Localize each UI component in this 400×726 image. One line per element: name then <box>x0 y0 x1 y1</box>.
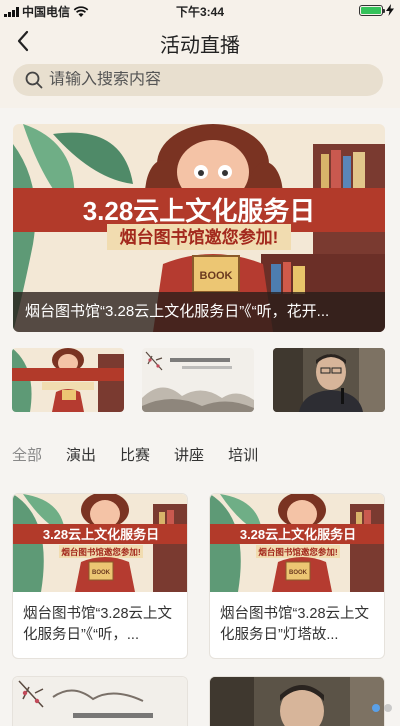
card-image: 3.28云上文化服务日 烟台图书馆邀您参加! BOOK <box>13 494 187 592</box>
banner-caption: 烟台图书馆“3.28云上文化服务日”《“听，花开... <box>13 292 385 332</box>
svg-text:烟台图书馆邀您参加!: 烟台图书馆邀您参加! <box>258 547 338 557</box>
card-title: 烟台图书馆“3.28云上文化服务日”《“听，... <box>23 606 173 643</box>
thumb-ink-painting[interactable] <box>142 348 254 412</box>
svg-text:BOOK: BOOK <box>92 570 111 576</box>
page-dot <box>384 704 392 712</box>
battery-icon <box>359 4 385 16</box>
svg-text:3.28云上文化服务日: 3.28云上文化服务日 <box>240 527 356 542</box>
search-input[interactable] <box>49 71 349 89</box>
card-image: 3.28云上文化服务日 烟台图书馆邀您参加! BOOK <box>210 494 384 592</box>
card-image-ink <box>13 677 187 726</box>
tab-competition[interactable]: 比赛 <box>120 444 150 465</box>
search-icon <box>25 71 43 89</box>
charging-icon <box>386 4 394 16</box>
thumb-ink-painting-image <box>142 348 254 412</box>
poster-title: 3.28云上文化服务日 <box>83 196 316 226</box>
thumb-cultural-day-image <box>12 348 124 412</box>
thumb-speaker-image <box>273 348 385 412</box>
status-right <box>359 4 394 16</box>
banner-carousel[interactable]: 3.28云上文化服务日 烟台图书馆邀您参加! BOOK 烟台图书馆“3.28云上… <box>13 124 385 332</box>
page-title: 活动直播 <box>160 35 240 57</box>
category-tabs: 全部 演出 比赛 讲座 培训 <box>12 444 258 465</box>
status-time: 下午3:44 <box>175 5 225 19</box>
thumb-speaker[interactable] <box>273 348 385 412</box>
poster-book-label: BOOK <box>200 270 233 282</box>
poster-subtitle: 烟台图书馆邀您参加! <box>120 227 279 247</box>
page-indicator <box>372 704 392 712</box>
svg-text:烟台图书馆邀您参加!: 烟台图书馆邀您参加! <box>61 547 141 557</box>
status-bar: 中国电信 下午3:44 <box>0 0 400 20</box>
page-dot-active <box>372 704 380 712</box>
tab-all[interactable]: 全部 <box>12 444 42 465</box>
activity-card-partial[interactable] <box>12 676 188 726</box>
activity-card[interactable]: 3.28云上文化服务日 烟台图书馆邀您参加! BOOK 烟台图书馆“3.28云上… <box>12 493 188 659</box>
tab-lecture[interactable]: 讲座 <box>174 444 204 465</box>
search-bar[interactable] <box>13 64 383 96</box>
thumb-cultural-day[interactable] <box>12 348 124 412</box>
activity-card[interactable]: 3.28云上文化服务日 烟台图书馆邀您参加! BOOK 烟台图书馆“3.28云上… <box>209 493 385 659</box>
search-area <box>0 64 400 108</box>
svg-text:3.28云上文化服务日: 3.28云上文化服务日 <box>43 527 159 542</box>
activity-card-partial[interactable] <box>209 676 385 726</box>
svg-text:BOOK: BOOK <box>289 570 308 576</box>
nav-bar: 活动直播 <box>0 20 400 64</box>
tab-performance[interactable]: 演出 <box>66 444 96 465</box>
tab-training[interactable]: 培训 <box>228 444 258 465</box>
card-title: 烟台图书馆“3.28云上文化服务日”灯塔故... <box>220 606 370 643</box>
card-image-speaker <box>210 677 384 726</box>
